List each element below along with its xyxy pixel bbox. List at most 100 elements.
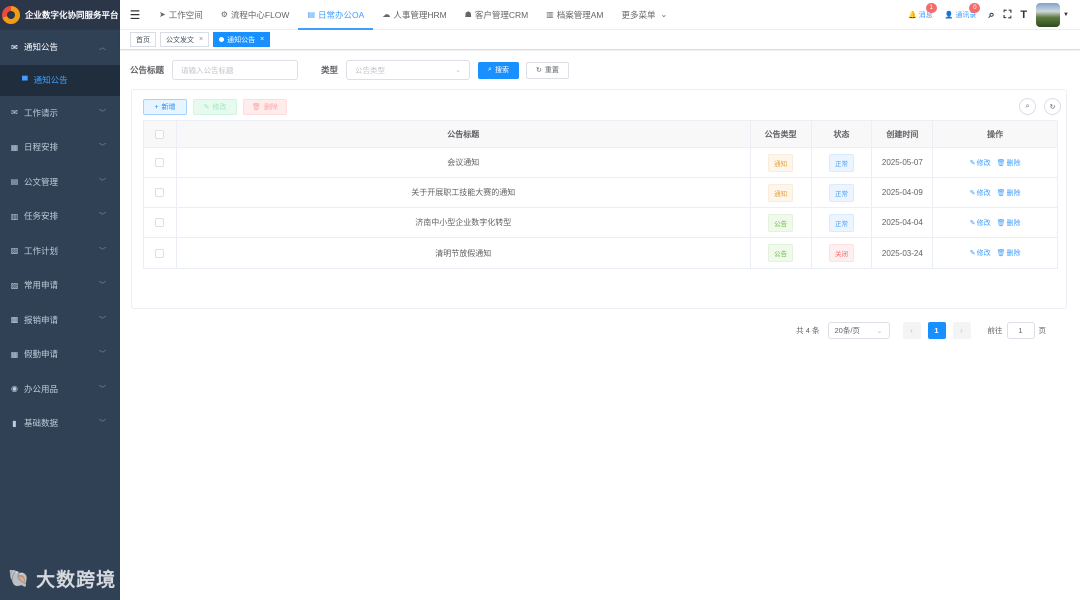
grid-icon: ▦	[10, 349, 19, 359]
select-all-cell	[144, 121, 177, 147]
search-icon: ⌕	[488, 66, 492, 73]
table-body: 会议通知 通知 正常 2025-05-07 ✎ 修改 🗑 删除 关于开展职工技能大赛的通知 通知正…	[144, 148, 1057, 268]
refresh-button[interactable]: ↻	[1044, 98, 1061, 115]
row-delete-button[interactable]: 🗑 删除	[997, 188, 1021, 198]
chevron-right-icon: ›	[960, 325, 963, 335]
row-delete-button[interactable]: 🗑 删除	[997, 218, 1021, 228]
row-edit-button[interactable]: ✎ 修改	[970, 158, 991, 168]
status-badge: 正常	[828, 213, 854, 232]
add-button[interactable]: + 新增	[143, 99, 187, 115]
search-button[interactable]: ⌕ 搜索	[478, 61, 519, 79]
row-edit-button[interactable]: ✎ 修改	[970, 248, 991, 258]
table-row: 清明节放假通知 公告 关闭 2025-03-24 ✎ 修改 🗑 删除	[144, 238, 1057, 268]
sidebar-subitem-label: 通知公告	[33, 75, 68, 85]
top-nav-tab[interactable]: ⚙ 流程中心FLOW	[212, 0, 299, 30]
tab-icon: ☁	[382, 10, 391, 19]
type-tag: 公告	[768, 213, 794, 232]
row-edit-button[interactable]: ✎ 修改	[970, 188, 991, 198]
tag-view-item[interactable]: 首页	[130, 32, 156, 47]
row-edit-label: 修改	[976, 159, 991, 167]
sidebar-item-label: 基础数据	[24, 418, 59, 429]
search-icon[interactable]: ⌕	[988, 9, 994, 22]
hamburger-menu-icon[interactable]: ☰	[120, 8, 150, 22]
row-checkbox[interactable]	[155, 218, 165, 227]
row-delete-button[interactable]: 🗑 删除	[997, 248, 1021, 258]
avatar-caret-icon[interactable]: ▼	[1063, 12, 1069, 18]
row-checkbox[interactable]	[155, 158, 165, 167]
top-nav-tab[interactable]: ☁ 人事管理HRM	[373, 0, 455, 30]
messages-button[interactable]: 🔔 消息 1	[908, 3, 937, 20]
fullscreen-icon[interactable]: ⛶	[1004, 9, 1012, 22]
delete-button[interactable]: 🗑 删除	[243, 99, 287, 115]
sidebar-item[interactable]: ▦ 日程安排 ﹀	[0, 130, 120, 165]
chevron-down-icon: ﹀	[99, 144, 106, 152]
chevron-down-icon: ﹀	[99, 282, 106, 290]
close-icon[interactable]: ×	[199, 36, 203, 43]
type-filter-select[interactable]: 公告类型 ⌄	[346, 60, 471, 80]
sidebar-item-label: 公文管理	[24, 176, 59, 187]
cell-created: 2025-05-07	[872, 148, 934, 177]
top-nav-tab[interactable]: ▥ 档案管理AM	[537, 0, 612, 30]
top-nav-tabs: ➤ 工作空间 ⚙ 流程中心FLOW ▤ 日常办公OA ☁ 人事管理HRM ☗ 客户管理CRM ▥ 档案…	[150, 0, 676, 30]
sidebar-item[interactable]: ▦ 假勤申请 ﹀	[0, 337, 120, 372]
sidebar-item-label: 办公用品	[24, 383, 59, 394]
chevron-down-icon: ﹀	[99, 351, 106, 359]
sidebar-item[interactable]: ▤ 公文管理 ﹀	[0, 165, 120, 200]
cell-created: 2025-04-09	[872, 178, 934, 207]
app-title: 企业数字化协同服务平台	[25, 10, 119, 20]
page-size-select[interactable]: 20条/页 ⌄	[827, 321, 890, 339]
title-filter-input[interactable]	[172, 60, 299, 80]
row-checkbox[interactable]	[155, 248, 165, 258]
next-page-button[interactable]: ›	[952, 321, 971, 339]
trash-icon: 🗑	[996, 250, 1006, 257]
cell-title: 济南中小型企业数字化转型	[177, 208, 751, 237]
user-icon: 👤	[944, 12, 954, 19]
top-nav-tab[interactable]: ➤ 工作空间	[150, 0, 212, 30]
top-nav-tab[interactable]: 更多菜单 ⌄	[613, 0, 677, 30]
row-edit-label: 修改	[976, 189, 991, 197]
sidebar-item[interactable]: ◉ 办公用品 ﹀	[0, 372, 120, 407]
messages-badge: 1	[925, 3, 937, 13]
chevron-down-icon: ﹀	[99, 247, 106, 255]
select-all-checkbox[interactable]	[155, 129, 165, 139]
top-nav-tab[interactable]: ☗ 客户管理CRM	[456, 0, 538, 30]
sidebar-item[interactable]: ✉ 通知公告 ︿	[0, 30, 120, 65]
edit-button[interactable]: ✎ 修改	[193, 99, 237, 115]
sidebar-item[interactable]: ▥ 任务安排 ﹀	[0, 199, 120, 234]
row-edit-button[interactable]: ✎ 修改	[970, 218, 991, 228]
sidebar-item-label: 报销申请	[24, 314, 59, 325]
tag-view-item[interactable]: 公文发文 ×	[160, 32, 210, 47]
avatar[interactable]	[1036, 3, 1061, 27]
page-number-current[interactable]: 1	[927, 321, 946, 339]
type-tag: 通知	[768, 153, 794, 172]
refresh-icon: ↻	[1049, 103, 1056, 111]
tab-icon: ➤	[159, 10, 166, 19]
row-checkbox[interactable]	[155, 188, 165, 197]
sidebar-item[interactable]: ✉ 工作请示 ﹀	[0, 96, 120, 131]
close-icon[interactable]: ×	[260, 36, 264, 43]
sidebar-item[interactable]: ▨ 常用申请 ﹀	[0, 268, 120, 303]
pagination: 共 4 条 20条/页 ⌄ ‹ 1 › 前往 页	[796, 321, 1046, 339]
prev-page-button[interactable]: ‹	[902, 321, 921, 339]
sidebar-item[interactable]: ▩ 报销申请 ﹀	[0, 303, 120, 338]
message-icon: ▀	[22, 75, 28, 85]
chevron-left-icon: ‹	[910, 325, 913, 335]
tag-label: 首页	[136, 36, 150, 44]
goto-page-input[interactable]	[1006, 321, 1035, 339]
row-edit-label: 修改	[976, 250, 991, 257]
reset-button[interactable]: ↻ 重置	[525, 61, 569, 79]
sidebar-item[interactable]: ▧ 工作计划 ﹀	[0, 234, 120, 269]
notice-table: 公告标题 公告类型 状态 创建时间 操作 会议通知 通知 正常 2025-05-07 ✎…	[143, 120, 1058, 269]
cell-status: 正常	[812, 178, 873, 207]
row-delete-button[interactable]: 🗑 删除	[997, 158, 1021, 168]
bell-icon: 🔔	[908, 12, 917, 19]
plus-icon: +	[154, 103, 159, 111]
tag-view-item[interactable]: 通知公告 ×	[213, 32, 271, 47]
sidebar-subitem-active[interactable]: ▀ 通知公告	[0, 64, 120, 96]
contacts-button[interactable]: 👤 通讯录 0	[944, 3, 981, 20]
sidebar-item[interactable]: ▮ 基础数据 ﹀	[0, 406, 120, 441]
font-size-icon[interactable]: T	[1020, 9, 1027, 21]
toggle-search-button[interactable]: ⌕	[1019, 98, 1036, 115]
top-nav-tab[interactable]: ▤ 日常办公OA	[298, 0, 374, 30]
cell-created: 2025-04-04	[872, 208, 934, 237]
